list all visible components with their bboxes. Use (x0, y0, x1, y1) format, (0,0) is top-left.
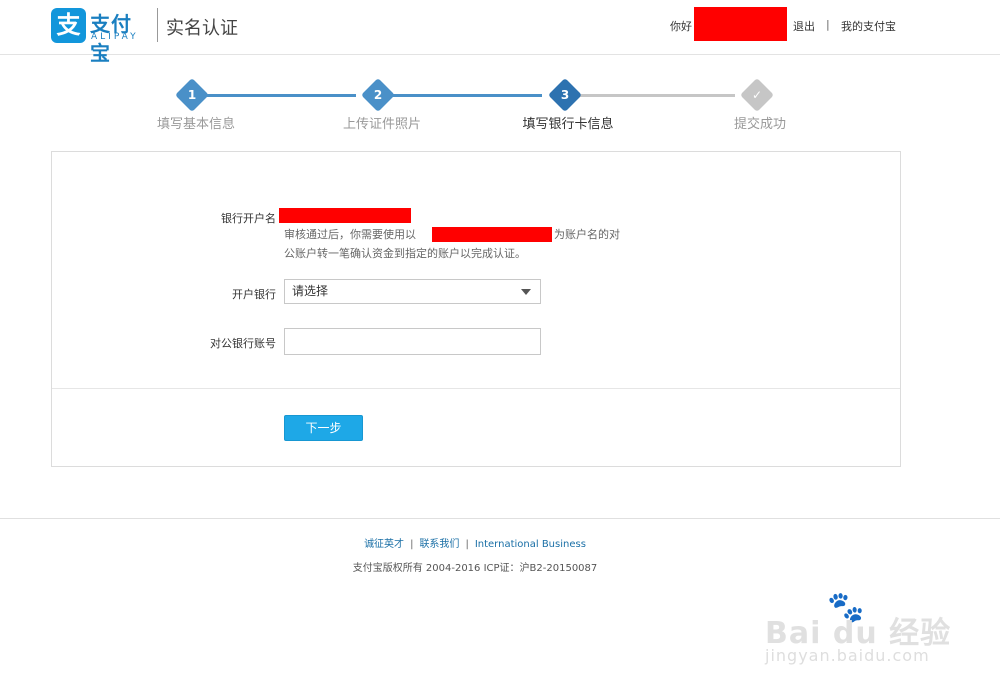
account-name-redaction (279, 208, 411, 223)
form-divider (52, 388, 900, 389)
account-number-input[interactable] (284, 328, 541, 355)
footer-links: 诚征英才 | 联系我们 | International Business (0, 535, 950, 550)
greeting-text: 你好 (670, 20, 692, 33)
alipay-logo[interactable]: 支 支付宝 ALIPAY (51, 8, 152, 65)
logo-en-text: ALIPAY (91, 32, 139, 42)
header-separator: | (826, 18, 830, 31)
hint-name-redaction (432, 227, 552, 242)
my-alipay-link[interactable]: 我的支付宝 (841, 18, 896, 34)
top-header: 支 支付宝 ALIPAY 实名认证 你好 退出 | 我的支付宝 (0, 0, 1000, 65)
step-connector-3-4 (577, 94, 735, 97)
logout-link[interactable]: 退出 (793, 18, 815, 34)
step-1-number: 1 (187, 88, 197, 102)
step-3-label: 填写银行卡信息 (522, 117, 614, 132)
footer-link-contact[interactable]: 联系我们 (419, 539, 459, 550)
bank-select[interactable]: 请选择 (284, 279, 541, 304)
step-2-number: 2 (373, 88, 383, 102)
hint-part2: 为账户名的对 (554, 228, 620, 241)
footer-link-careers[interactable]: 诚征英才 (364, 539, 404, 550)
step-1-label: 填写基本信息 (156, 117, 235, 132)
footer-divider (0, 518, 1000, 519)
hint-text-line2: 公账户转一笔确认资金到指定的账户以完成认证。 (284, 247, 526, 260)
username-redaction (694, 7, 787, 41)
bank-info-form: 银行开户名 审核通过后，你需要使用以 为账户名的对 公账户转一笔确认资金到指定的… (51, 151, 901, 467)
footer-separator: | (410, 539, 414, 550)
alipay-logo-icon: 支 (51, 8, 86, 43)
logo-divider (157, 8, 158, 42)
watermark-url-text: jingyan.baidu.com (765, 646, 930, 665)
step-4-label: 提交成功 (733, 117, 786, 132)
step-2-label: 上传证件照片 (342, 117, 421, 132)
hint-part1: 审核通过后，你需要使用以 (284, 228, 416, 241)
step-connector-1-2 (204, 94, 356, 97)
check-icon: ✓ (751, 88, 763, 102)
baidu-jingyan-watermark: 🐾 Bai du 经验 jingyan.baidu.com (765, 590, 955, 670)
next-step-button[interactable]: 下一步 (284, 415, 363, 441)
account-name-label: 银行开户名 (221, 212, 276, 225)
account-number-label: 对公银行账号 (210, 337, 276, 350)
footer-separator: | (465, 539, 469, 550)
chevron-down-icon (521, 289, 531, 295)
hint-text-line1: 审核通过后，你需要使用以 (284, 225, 416, 244)
bank-select-label: 开户银行 (232, 288, 276, 301)
step-connector-2-3 (390, 94, 542, 97)
footer-link-international[interactable]: International Business (475, 539, 586, 550)
bank-select-value: 请选择 (292, 284, 329, 298)
copyright-text: 支付宝版权所有 2004-2016 ICP证：沪B2-20150087 (352, 563, 598, 574)
page: 支 支付宝 ALIPAY 实名认证 你好 退出 | 我的支付宝 1 填写基本信息… (0, 0, 1000, 692)
page-title: 实名认证 (166, 18, 238, 39)
step-3-number: 3 (560, 88, 570, 102)
